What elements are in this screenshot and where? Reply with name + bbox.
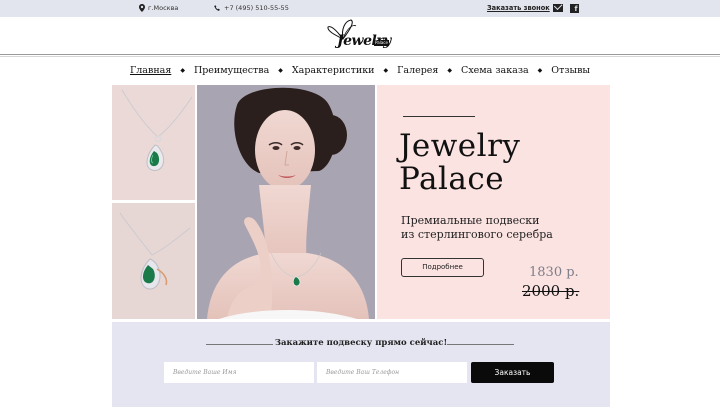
logo[interactable]: Jewelry Palace <box>325 19 395 53</box>
price-old: 2000 р. <box>522 282 580 300</box>
nav-item-order-scheme[interactable]: Схема заказа <box>452 65 538 76</box>
header-divider-secondary <box>0 56 720 57</box>
mail-icon[interactable] <box>553 4 563 12</box>
hero-desc-line2: из стерлингового серебра <box>401 227 553 241</box>
phone-input[interactable]: Введите Ваш Телефон <box>317 362 467 383</box>
location: г.Москва <box>139 4 178 12</box>
location-pin-icon <box>139 4 145 12</box>
nav-item-gallery[interactable]: Галерея <box>388 65 447 76</box>
pendant-thumbnail-2[interactable] <box>112 203 195 319</box>
header-divider <box>0 54 720 55</box>
top-bar: г.Москва +7 (495) 510-55-55 Заказать зво… <box>0 0 720 17</box>
order-heading: Закажите подвеску прямо сейчас! <box>274 338 448 348</box>
order-section: Закажите подвеску прямо сейчас! Введите … <box>112 322 610 407</box>
hero-description: Премиальные подвески из стерлингового се… <box>401 214 553 241</box>
order-submit-button[interactable]: Заказать <box>471 362 554 383</box>
callback-link[interactable]: Заказать звонок <box>487 4 550 12</box>
nav-item-reviews[interactable]: Отзывы <box>542 65 599 76</box>
hero-desc-line1: Премиальные подвески <box>401 214 540 227</box>
details-button[interactable]: Подробнее <box>401 258 484 277</box>
nav-item-specs[interactable]: Характеристики <box>283 65 384 76</box>
pendant-thumbnail-1[interactable] <box>112 85 195 200</box>
phone[interactable]: +7 (495) 510-55-55 <box>214 4 289 12</box>
model-portrait <box>197 85 375 319</box>
phone-number[interactable]: +7 (495) 510-55-55 <box>224 4 289 12</box>
phone-icon <box>214 4 220 11</box>
hero-title-line2: Palace <box>399 161 505 197</box>
hero-rule <box>403 116 475 117</box>
hero-title-line1: Jewelry <box>399 128 521 164</box>
facebook-icon[interactable]: f <box>570 3 579 13</box>
pendant-image <box>112 85 195 200</box>
main-nav: Главная ◆ Преимущества ◆ Характеристики … <box>0 63 720 77</box>
nav-item-advantages[interactable]: Преимущества <box>185 65 278 76</box>
pendant-image <box>112 203 195 319</box>
nav-item-home[interactable]: Главная <box>121 65 180 76</box>
hero: Jewelry Palace Премиальные подвески из с… <box>112 85 610 319</box>
name-input[interactable]: Введите Ваше Имя <box>164 362 314 383</box>
logo-sub: Palace <box>374 40 389 46</box>
hero-panel: Jewelry Palace Премиальные подвески из с… <box>377 85 610 319</box>
price-current: 1830 р. <box>529 265 579 280</box>
model-image <box>197 85 375 319</box>
hero-title: Jewelry Palace <box>399 130 520 196</box>
location-text: г.Москва <box>148 4 179 12</box>
